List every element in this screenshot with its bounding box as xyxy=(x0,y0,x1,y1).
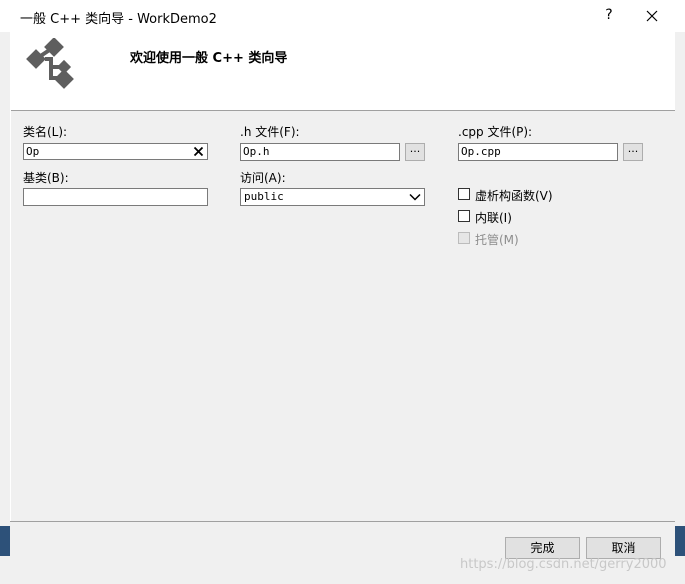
virtual-destructor-checkbox[interactable] xyxy=(458,188,470,200)
watermark: https://blog.csdn.net/gerry2000 xyxy=(460,557,667,572)
footer-separator xyxy=(10,521,675,522)
clear-icon[interactable] xyxy=(192,145,205,158)
class-wizard-dialog: 一般 C++ 类向导 - WorkDemo2 ? 欢迎使用一般 C++ 类向导 xyxy=(0,0,685,584)
class-name-value: Op xyxy=(26,145,40,158)
cancel-button[interactable]: 取消 xyxy=(586,537,661,559)
inline-checkbox[interactable] xyxy=(458,210,470,222)
h-file-browse-button[interactable]: ... xyxy=(405,143,425,161)
h-file-input[interactable]: Op.h xyxy=(240,143,400,161)
cpp-file-browse-button[interactable]: ... xyxy=(623,143,643,161)
cpp-file-label: .cpp 文件(P): xyxy=(458,125,533,139)
h-file-label: .h 文件(F): xyxy=(240,125,300,139)
base-class-input[interactable] xyxy=(23,188,208,206)
header-title: 欢迎使用一般 C++ 类向导 xyxy=(130,51,288,66)
help-button[interactable]: ? xyxy=(598,4,620,26)
access-select[interactable]: public xyxy=(240,188,425,206)
managed-label: 托管(M) xyxy=(475,233,519,247)
inline-label: 内联(I) xyxy=(475,211,512,225)
cpp-file-input[interactable]: Op.cpp xyxy=(458,143,618,161)
class-name-label: 类名(L): xyxy=(23,125,68,139)
chevron-down-icon xyxy=(409,193,421,201)
cpp-file-value: Op.cpp xyxy=(461,145,501,158)
title-bar: 一般 C++ 类向导 - WorkDemo2 ? xyxy=(0,0,685,32)
class-hierarchy-icon xyxy=(26,38,74,89)
finish-button[interactable]: 完成 xyxy=(505,537,580,559)
background-window-strip xyxy=(0,526,10,556)
access-label: 访问(A): xyxy=(240,171,286,185)
managed-checkbox xyxy=(458,232,470,244)
close-icon xyxy=(646,10,658,22)
background-window-strip xyxy=(675,526,685,556)
window-title: 一般 C++ 类向导 - WorkDemo2 xyxy=(20,12,217,27)
body-left-border xyxy=(10,110,11,521)
close-button[interactable] xyxy=(640,4,664,28)
base-class-label: 基类(B): xyxy=(23,171,69,185)
h-file-value: Op.h xyxy=(243,145,270,158)
access-value: public xyxy=(244,190,284,203)
virtual-destructor-label: 虚析构函数(V) xyxy=(475,189,553,203)
wizard-header: 欢迎使用一般 C++ 类向导 xyxy=(10,32,675,111)
class-name-input[interactable]: Op xyxy=(23,143,208,160)
